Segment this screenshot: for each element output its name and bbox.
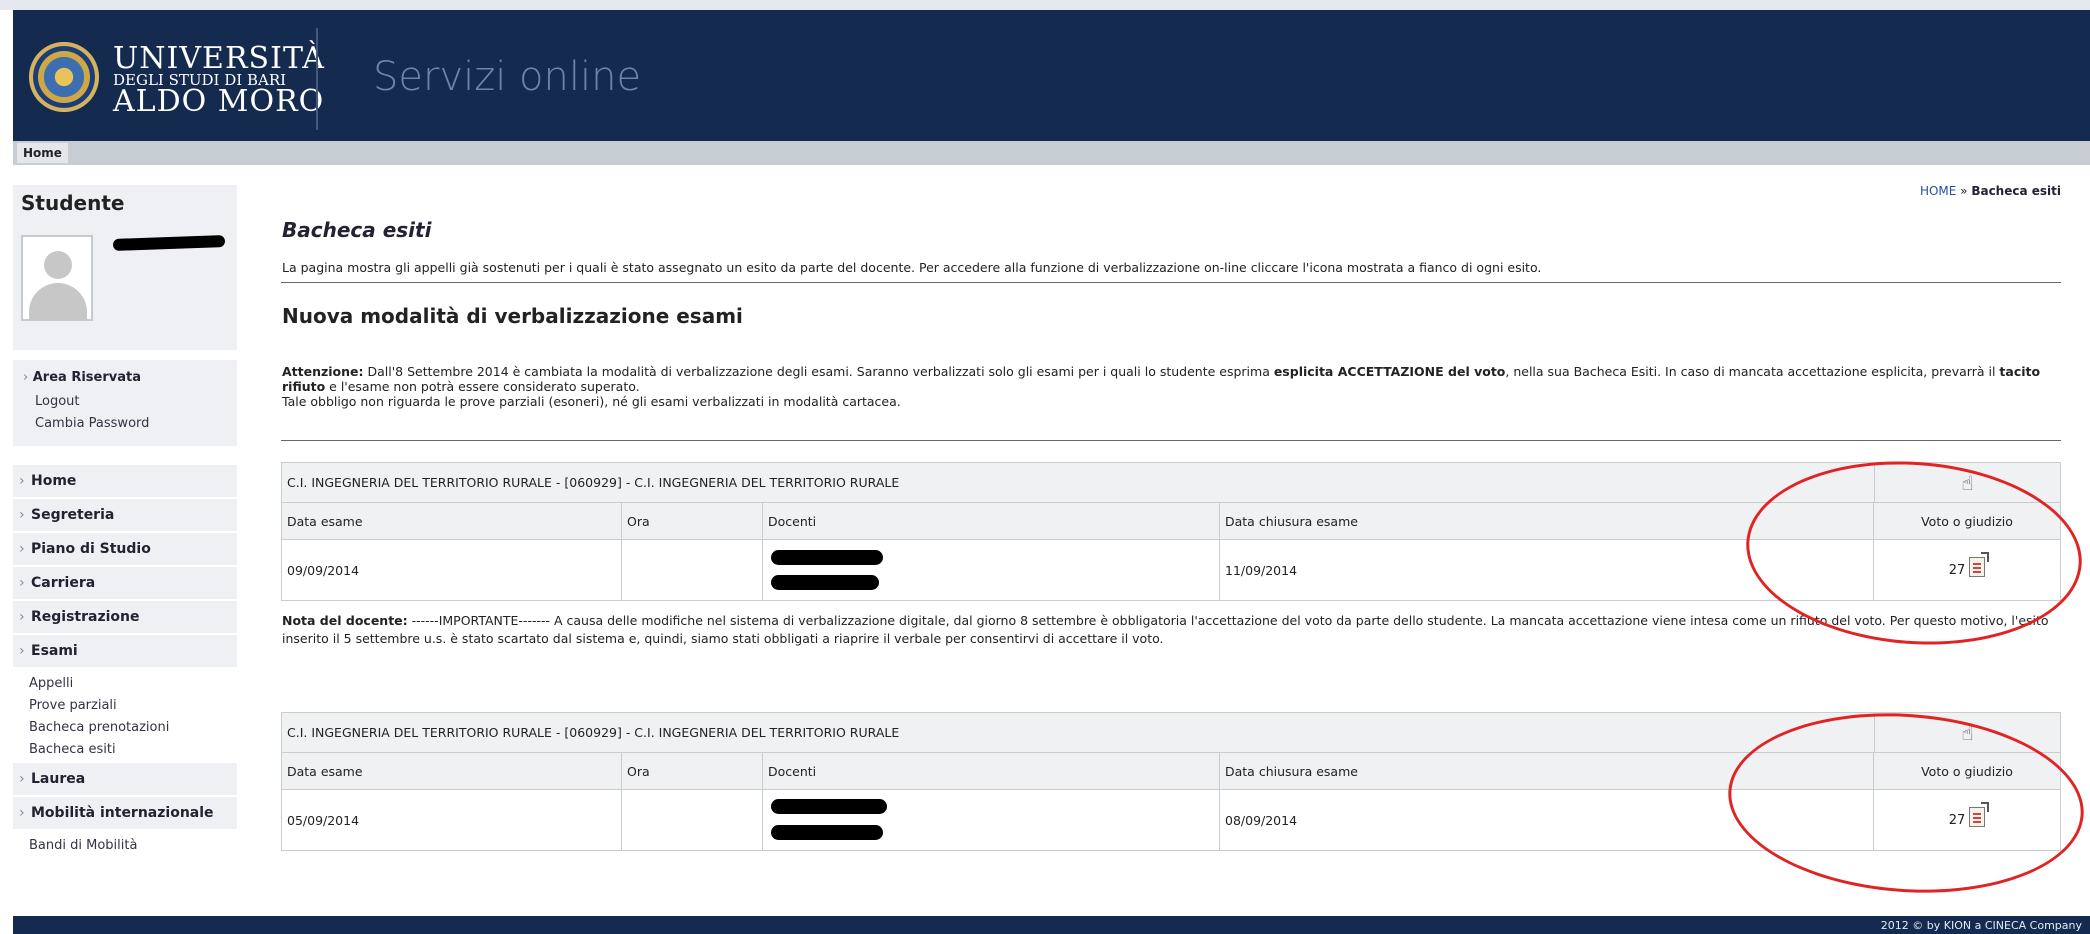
sidebar-item-segreteria[interactable]: › Segreteria — [13, 499, 237, 533]
site-title: Servizi online — [373, 54, 642, 100]
avatar-head — [44, 251, 72, 279]
sidebar-item-label: Segreteria — [31, 507, 115, 523]
sidebar-item-esami[interactable]: › Esami — [13, 635, 237, 669]
notice-text-2: , nella sua Bacheca Esiti. In caso di ma… — [1505, 364, 2000, 379]
student-panel: Studente — [13, 185, 237, 350]
divider — [281, 282, 2061, 283]
browser-toolbar-strip — [0, 0, 2090, 10]
footer-copyright: 2012 © by KION a CINECA Company — [1880, 919, 2082, 932]
exam-course-title: C.I. INGEGNERIA DEL TERRITORIO RURALE - … — [287, 475, 900, 490]
reserved-area-panel: › Area Riservata Logout Cambia Password — [13, 360, 237, 446]
submenu-item-bacheca-esiti[interactable]: Bacheca esiti — [29, 739, 237, 761]
change-password-link[interactable]: Cambia Password — [35, 416, 149, 431]
col-docenti: Docenti — [763, 753, 1220, 789]
top-nav-bar: Home — [13, 141, 2090, 165]
sidebar-item-laurea[interactable]: › Laurea — [13, 763, 237, 797]
mobilita-submenu: Bandi di Mobilità — [13, 831, 237, 859]
header-divider — [316, 28, 318, 130]
breadcrumb-separator: » — [1956, 184, 1972, 198]
site-header: UNIVERSITÀ DEGLI STUDI DI BARI ALDO MORO… — [13, 10, 2090, 141]
logout-link[interactable]: Logout — [35, 394, 80, 409]
notice-line-2: Tale obbligo non riguarda le prove parzi… — [282, 394, 901, 409]
sidebar-item-piano-di-studio[interactable]: › Piano di Studio — [13, 533, 237, 567]
chevron-right-icon: › — [19, 507, 25, 523]
exam-teachers — [763, 790, 1220, 850]
page-intro-text: La pagina mostra gli appelli già sostenu… — [282, 260, 1542, 275]
sidebar-item-label: Carriera — [31, 575, 96, 591]
esami-submenu: Appelli Prove parziali Bacheca prenotazi… — [13, 669, 237, 763]
logo-text-line1: UNIVERSITÀ — [113, 41, 325, 76]
sidebar-item-home[interactable]: › Home — [13, 465, 237, 499]
section-title: Nuova modalità di verbalizzazione esami — [282, 304, 743, 328]
notice-label: Attenzione: — [282, 364, 364, 379]
col-ora: Ora — [622, 503, 763, 539]
student-title: Studente — [21, 191, 125, 215]
sidebar-item-almalaurea[interactable]: ›Registrazione AlmaLaurea — [13, 601, 237, 657]
submenu-item-bacheca-prenotazioni[interactable]: Bacheca prenotazioni — [29, 717, 237, 739]
teacher-note-text: ------IMPORTANTE------- A causa delle mo… — [282, 613, 2049, 646]
redacted-teacher-name — [771, 799, 887, 814]
sidebar-item-label: Piano di Studio — [31, 541, 151, 557]
col-data-esame: Data esame — [282, 753, 622, 789]
reserved-area-title[interactable]: › Area Riservata — [23, 370, 141, 385]
attention-notice: Attenzione: Dall'8 Settembre 2014 è camb… — [282, 364, 2062, 409]
redacted-teacher-name — [771, 575, 879, 590]
sidebar-item-mobilita[interactable]: › Mobilità internazionale — [13, 797, 237, 831]
university-logo[interactable]: UNIVERSITÀ DEGLI STUDI DI BARI ALDO MORO — [29, 42, 324, 132]
divider — [281, 440, 2061, 441]
chevron-right-icon: › — [19, 805, 25, 821]
logo-text-line3: ALDO MORO — [113, 84, 325, 119]
exam-time — [622, 790, 763, 850]
page-title: Bacheca esiti — [282, 218, 432, 242]
redacted-student-name — [112, 235, 226, 251]
chevron-right-icon: › — [19, 473, 25, 489]
breadcrumb-home-link[interactable]: HOME — [1920, 184, 1956, 198]
chevron-right-icon: › — [19, 609, 25, 625]
breadcrumb-current: Bacheca esiti — [1971, 184, 2061, 198]
redacted-teacher-name — [771, 825, 883, 840]
sidebar-item-label: Mobilità internazionale — [31, 805, 214, 821]
site-footer: 2012 © by KION a CINECA Company — [13, 916, 2090, 934]
sidebar-item-label: Esami — [31, 643, 78, 659]
notice-text-1: Dall'8 Settembre 2014 è cambiata la moda… — [363, 364, 1274, 379]
chevron-right-icon: › — [19, 643, 25, 659]
university-seal-icon — [29, 42, 99, 112]
teacher-note-label: Nota del docente: — [282, 613, 408, 628]
breadcrumb: HOME » Bacheca esiti — [1920, 184, 2061, 198]
exam-teachers — [763, 540, 1220, 600]
sidebar-item-carriera[interactable]: › Carriera — [13, 567, 237, 601]
teacher-note: Nota del docente: ------IMPORTANTE------… — [282, 612, 2062, 648]
exam-date: 05/09/2014 — [282, 790, 622, 850]
exam-date: 09/09/2014 — [282, 540, 622, 600]
submenu-item-prove-parziali[interactable]: Prove parziali — [29, 695, 237, 717]
avatar — [21, 235, 93, 321]
col-docenti: Docenti — [763, 503, 1220, 539]
reserved-area-label: Area Riservata — [32, 370, 141, 385]
redacted-teacher-name — [771, 550, 883, 565]
chevron-right-icon: › — [19, 575, 25, 591]
sidebar-item-label: Laurea — [31, 771, 86, 787]
submenu-item-appelli[interactable]: Appelli — [29, 673, 237, 695]
submenu-item-bandi-mobilita[interactable]: Bandi di Mobilità — [29, 835, 237, 857]
notice-bold-1: esplicita ACCETTAZIONE del voto — [1273, 364, 1506, 379]
sidebar-menu: › Home › Segreteria › Piano di Studio › Carr… — [13, 465, 237, 859]
chevron-right-icon: › — [19, 541, 25, 557]
sidebar-item-label: Home — [31, 473, 77, 489]
avatar-body — [29, 283, 87, 319]
nav-home-tab[interactable]: Home — [17, 143, 68, 163]
chevron-right-icon: › — [19, 771, 25, 787]
exam-time — [622, 540, 763, 600]
notice-text-3: e l'esame non potrà essere considerato s… — [325, 379, 640, 394]
col-data-esame: Data esame — [282, 503, 622, 539]
col-ora: Ora — [622, 753, 763, 789]
exam-course-title: C.I. INGEGNERIA DEL TERRITORIO RURALE - … — [287, 725, 900, 740]
